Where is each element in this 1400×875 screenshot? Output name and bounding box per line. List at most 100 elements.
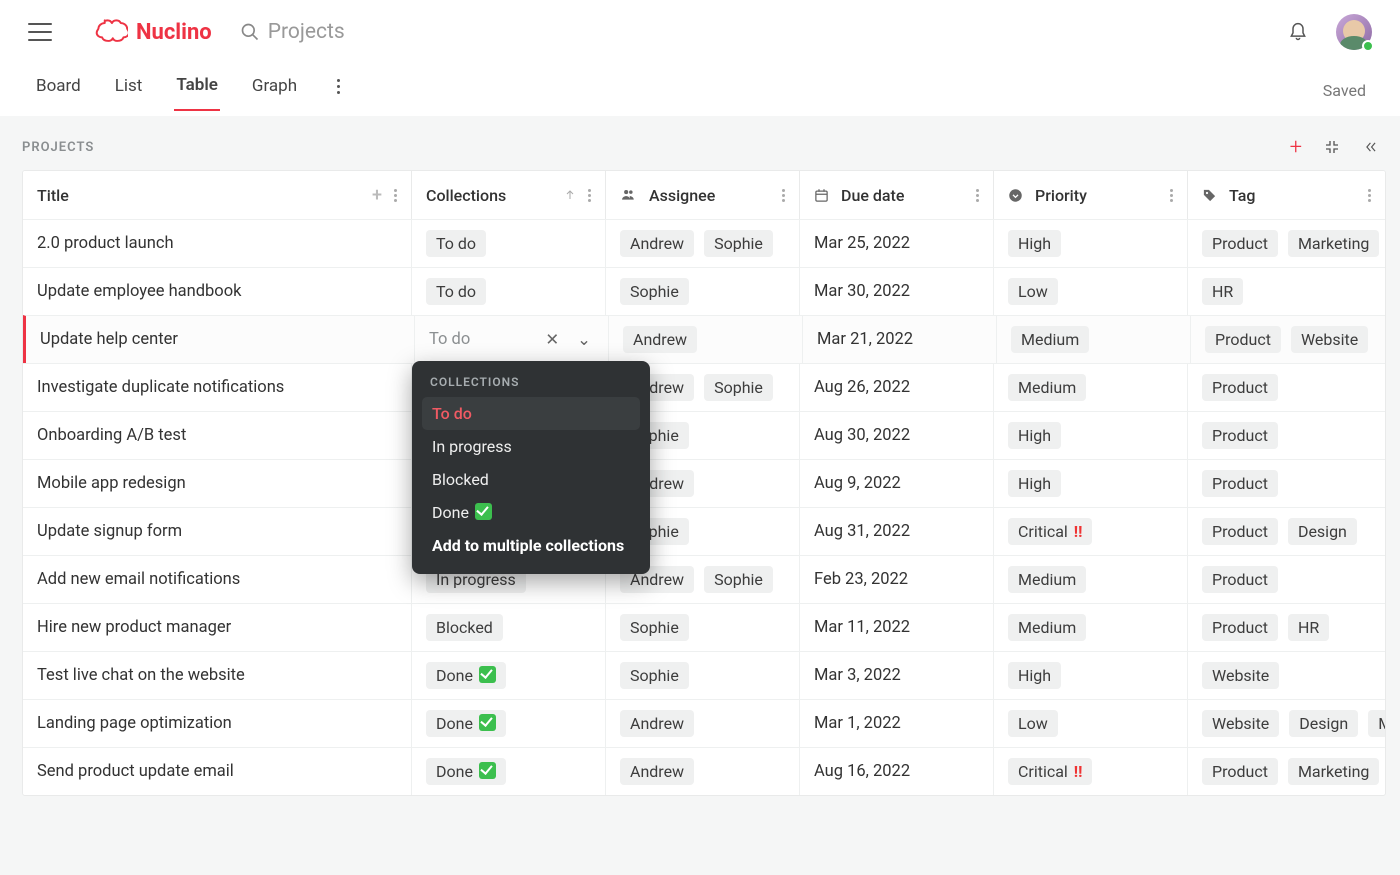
- chevron-down-icon[interactable]: ⌄: [577, 330, 591, 350]
- cell-tags[interactable]: Product: [1187, 412, 1385, 459]
- cell-priority[interactable]: Low: [993, 268, 1187, 315]
- menu-button[interactable]: [28, 23, 52, 41]
- cell-due-date[interactable]: Aug 16, 2022: [799, 748, 993, 795]
- cell-title[interactable]: Update signup form: [23, 508, 411, 555]
- dropdown-option[interactable]: Done: [422, 496, 640, 529]
- cell-due-date[interactable]: Aug 30, 2022: [799, 412, 993, 459]
- cell-title[interactable]: Test live chat on the website: [23, 652, 411, 699]
- cell-title[interactable]: Landing page optimization: [23, 700, 411, 747]
- cell-priority[interactable]: Medium: [993, 556, 1187, 603]
- column-priority[interactable]: Priority: [993, 171, 1187, 219]
- cell-tags[interactable]: ProductWebsite: [1190, 316, 1385, 363]
- cell-collection[interactable]: To do✕⌄: [414, 316, 608, 363]
- brand-logo[interactable]: Nuclino: [94, 19, 212, 45]
- cell-assignee[interactable]: Andrew: [608, 316, 802, 363]
- collapse-button[interactable]: [1324, 139, 1340, 155]
- collections-dropdown[interactable]: COLLECTIONS To doIn progressBlockedDone …: [412, 361, 650, 574]
- column-menu-icon[interactable]: [782, 189, 785, 202]
- column-collections[interactable]: Collections: [411, 171, 605, 219]
- sort-asc-icon[interactable]: [564, 188, 576, 202]
- table-row[interactable]: Hire new product managerBlockedSophieMar…: [23, 603, 1385, 651]
- user-avatar[interactable]: [1336, 14, 1372, 50]
- cell-due-date[interactable]: Mar 25, 2022: [799, 220, 993, 267]
- cell-tags[interactable]: Product: [1187, 556, 1385, 603]
- cell-collection[interactable]: Blocked: [411, 604, 605, 651]
- cell-collection[interactable]: Done: [411, 748, 605, 795]
- add-to-multiple-option[interactable]: Add to multiple collections: [422, 529, 640, 562]
- table-row[interactable]: Update employee handbookTo doSophieMar 3…: [23, 267, 1385, 315]
- table-row[interactable]: 2.0 product launchTo doAndrewSophieMar 2…: [23, 219, 1385, 267]
- table-row[interactable]: Test live chat on the websiteDone Sophie…: [23, 651, 1385, 699]
- column-menu-icon[interactable]: [1170, 189, 1173, 202]
- tab-table[interactable]: Table: [174, 69, 220, 111]
- cell-due-date[interactable]: Mar 11, 2022: [799, 604, 993, 651]
- cell-assignee[interactable]: AndrewSophie: [605, 220, 799, 267]
- cell-due-date[interactable]: Mar 3, 2022: [799, 652, 993, 699]
- column-menu-icon[interactable]: [976, 189, 979, 202]
- cell-title[interactable]: Send product update email: [23, 748, 411, 795]
- cell-title[interactable]: Investigate duplicate notifications: [23, 364, 411, 411]
- cell-assignee[interactable]: Andrew: [605, 700, 799, 747]
- table-row[interactable]: Landing page optimizationDone AndrewMar …: [23, 699, 1385, 747]
- notifications-icon[interactable]: [1288, 21, 1308, 43]
- cell-tags[interactable]: Product: [1187, 460, 1385, 507]
- cell-priority[interactable]: High: [993, 412, 1187, 459]
- column-menu-icon[interactable]: [1368, 189, 1371, 202]
- cell-title[interactable]: Hire new product manager: [23, 604, 411, 651]
- cell-priority[interactable]: Critical !!: [993, 748, 1187, 795]
- column-tag[interactable]: Tag: [1187, 171, 1385, 219]
- cell-priority[interactable]: High: [993, 220, 1187, 267]
- tabs-more-button[interactable]: [329, 79, 347, 102]
- table-row[interactable]: Send product update emailDone AndrewAug …: [23, 747, 1385, 795]
- table-row[interactable]: Update signup formIn progressSophieAug 3…: [23, 507, 1385, 555]
- cell-tags[interactable]: Website: [1187, 652, 1385, 699]
- table-row[interactable]: Mobile app redesignIn progressAndrewAug …: [23, 459, 1385, 507]
- cell-priority[interactable]: Medium: [996, 316, 1190, 363]
- cell-tags[interactable]: HR: [1187, 268, 1385, 315]
- cell-priority[interactable]: High: [993, 460, 1187, 507]
- column-title[interactable]: Title +: [23, 171, 411, 219]
- add-column-icon[interactable]: +: [372, 185, 382, 206]
- cell-title[interactable]: Onboarding A/B test: [23, 412, 411, 459]
- cell-title[interactable]: Add new email notifications: [23, 556, 411, 603]
- cell-tags[interactable]: ProductMarketing: [1187, 220, 1385, 267]
- cell-assignee[interactable]: Sophie: [605, 604, 799, 651]
- dropdown-option[interactable]: To do: [422, 397, 640, 430]
- dropdown-option[interactable]: In progress: [422, 430, 640, 463]
- cell-priority[interactable]: Low: [993, 700, 1187, 747]
- cell-collection[interactable]: Done: [411, 652, 605, 699]
- column-menu-icon[interactable]: [394, 189, 397, 202]
- cell-title[interactable]: Update employee handbook: [23, 268, 411, 315]
- column-menu-icon[interactable]: [588, 189, 591, 202]
- cell-collection[interactable]: Done: [411, 700, 605, 747]
- cell-due-date[interactable]: Mar 30, 2022: [799, 268, 993, 315]
- table-row[interactable]: Onboarding A/B testIn progressSophieAug …: [23, 411, 1385, 459]
- cell-due-date[interactable]: Mar 21, 2022: [802, 316, 996, 363]
- cell-tags[interactable]: ProductHR: [1187, 604, 1385, 651]
- cell-due-date[interactable]: Aug 9, 2022: [799, 460, 993, 507]
- cell-tags[interactable]: ProductMarketing: [1187, 748, 1385, 795]
- table-row[interactable]: Add new email notificationsIn progressAn…: [23, 555, 1385, 603]
- cell-due-date[interactable]: Aug 26, 2022: [799, 364, 993, 411]
- add-item-button[interactable]: +: [1290, 135, 1302, 160]
- tab-list[interactable]: List: [113, 70, 145, 110]
- cell-tags[interactable]: ProductDesign: [1187, 508, 1385, 555]
- hide-panel-button[interactable]: [1362, 140, 1380, 154]
- table-row[interactable]: Investigate duplicate notificationsIn pr…: [23, 363, 1385, 411]
- column-assignee[interactable]: Assignee: [605, 171, 799, 219]
- cell-collection[interactable]: To do: [411, 220, 605, 267]
- cell-due-date[interactable]: Aug 31, 2022: [799, 508, 993, 555]
- cell-collection[interactable]: To do: [411, 268, 605, 315]
- cell-title[interactable]: 2.0 product launch: [23, 220, 411, 267]
- cell-assignee[interactable]: Sophie: [605, 268, 799, 315]
- cell-tags[interactable]: Product: [1187, 364, 1385, 411]
- cell-assignee[interactable]: Andrew: [605, 748, 799, 795]
- cell-priority[interactable]: Medium: [993, 364, 1187, 411]
- cell-tags[interactable]: WebsiteDesignMarketing: [1187, 700, 1385, 747]
- clear-icon[interactable]: ✕: [545, 330, 559, 350]
- column-due-date[interactable]: Due date: [799, 171, 993, 219]
- cell-assignee[interactable]: Sophie: [605, 652, 799, 699]
- cell-priority[interactable]: Medium: [993, 604, 1187, 651]
- cell-due-date[interactable]: Mar 1, 2022: [799, 700, 993, 747]
- cell-due-date[interactable]: Feb 23, 2022: [799, 556, 993, 603]
